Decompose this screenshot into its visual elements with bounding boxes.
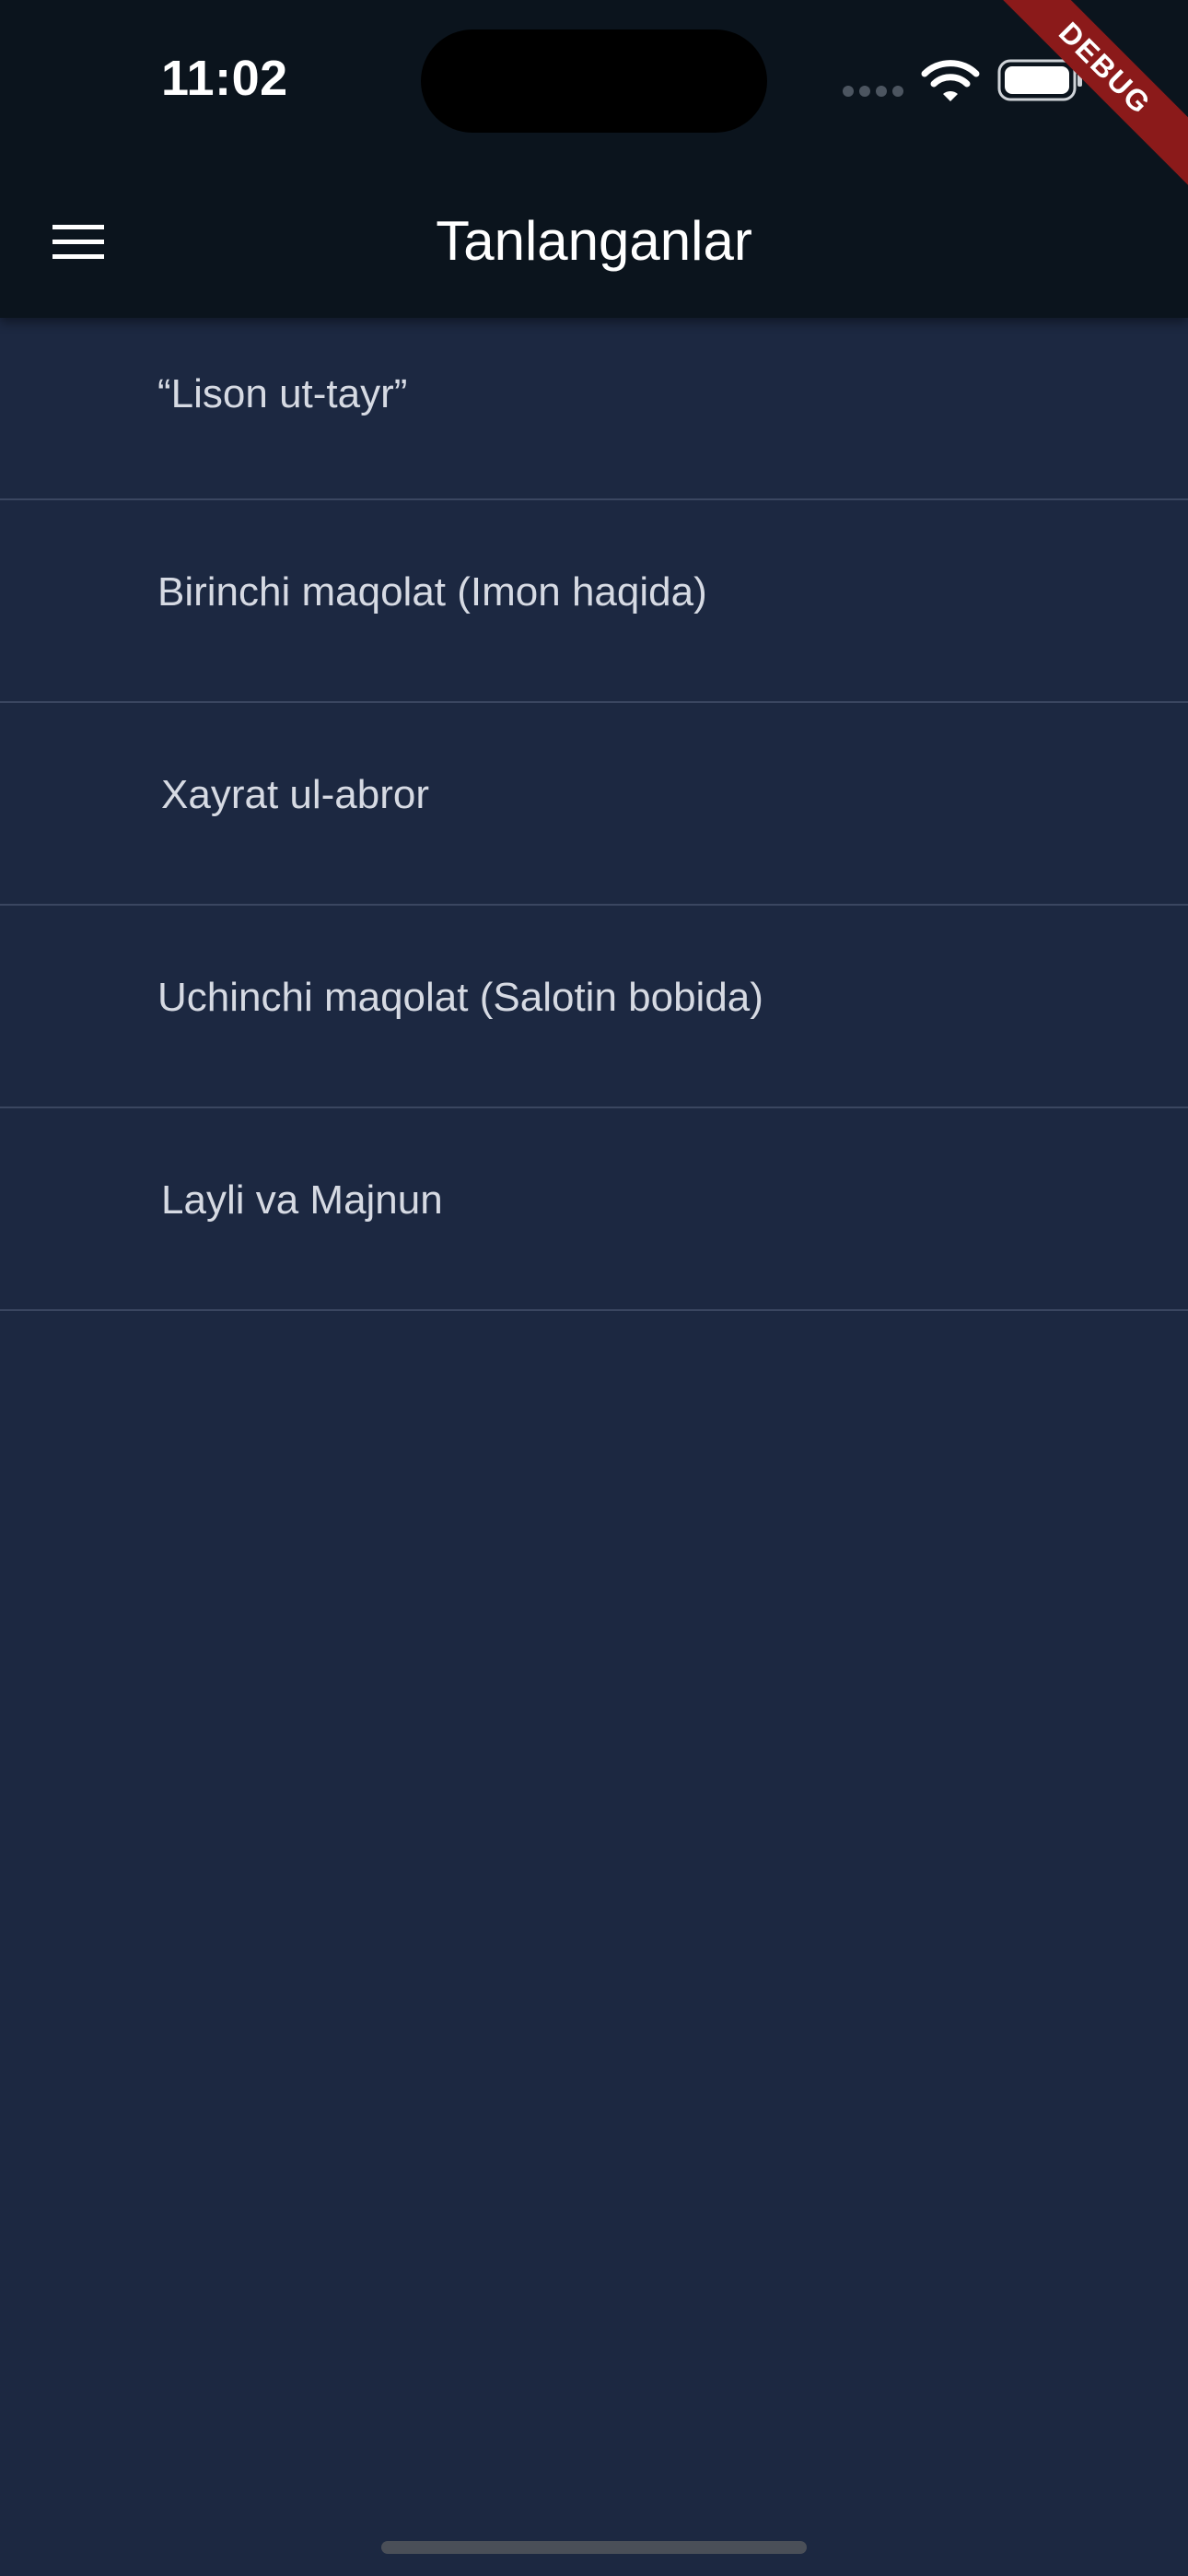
dynamic-island: [421, 29, 767, 133]
list-item-label: Layli va Majnun: [161, 1177, 443, 1223]
list-item-label: Xayrat ul-abror: [161, 772, 430, 817]
list-item[interactable]: Layli va Majnun: [0, 1108, 1188, 1311]
app-header: 11:02 Tanlanganlar: [0, 0, 1188, 318]
home-indicator[interactable]: [381, 2541, 807, 2554]
list-item-label: “Lison ut-tayr”: [157, 371, 408, 416]
list-item[interactable]: “Lison ut-tayr”: [0, 318, 1188, 500]
status-time: 11:02: [161, 51, 288, 106]
signal-icon: [843, 86, 905, 99]
list-item-label: Uchinchi maqolat (Salotin bobida): [157, 975, 763, 1020]
favorites-list: “Lison ut-tayr” Birinchi maqolat (Imon h…: [0, 318, 1188, 1311]
list-item[interactable]: Uchinchi maqolat (Salotin bobida): [0, 906, 1188, 1108]
page-title: Tanlanganlar: [436, 210, 752, 272]
list-item[interactable]: Xayrat ul-abror: [0, 703, 1188, 906]
list-item-label: Birinchi maqolat (Imon haqida): [157, 569, 707, 615]
wifi-icon: [921, 60, 980, 101]
list-item[interactable]: Birinchi maqolat (Imon haqida): [0, 500, 1188, 703]
